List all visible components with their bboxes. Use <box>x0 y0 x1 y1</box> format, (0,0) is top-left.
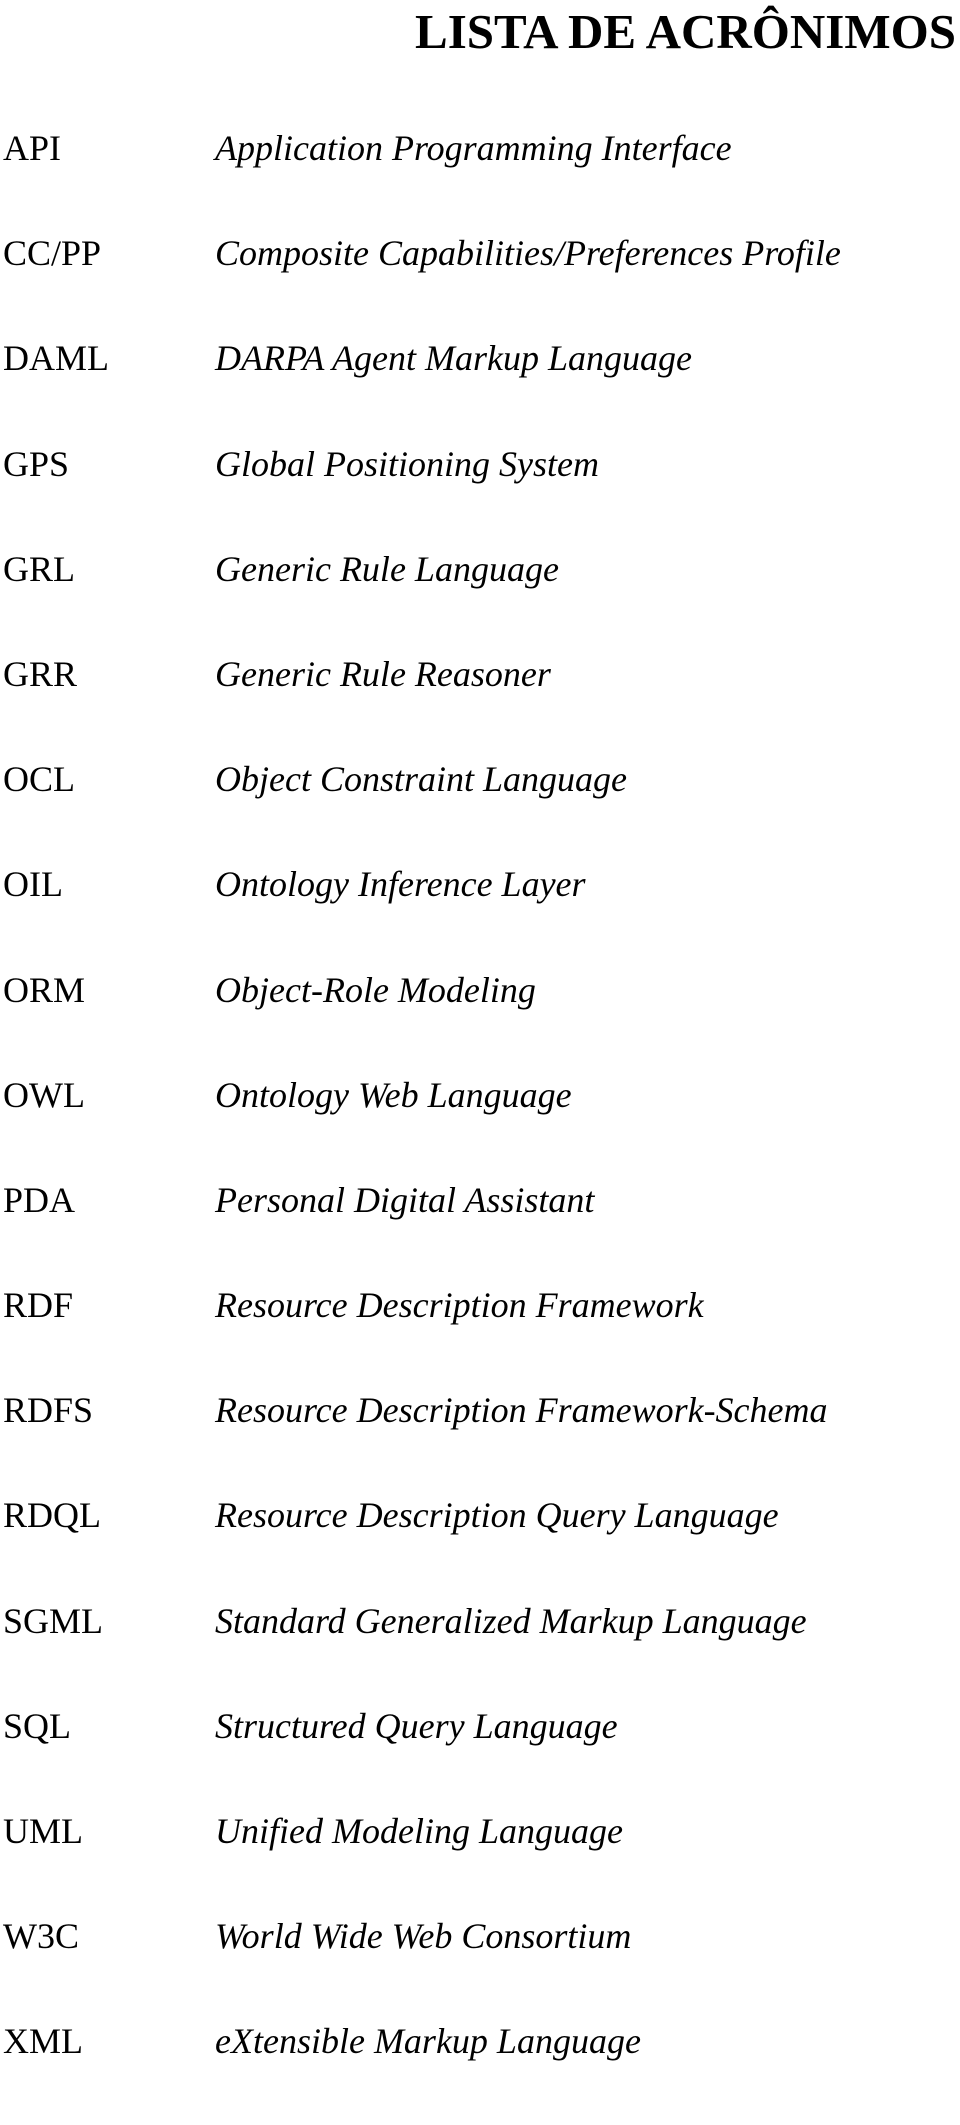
acronym-row: OCL Object Constraint Language <box>0 757 960 862</box>
acronym-row: GPS Global Positioning System <box>0 442 960 547</box>
acronym-row: W3C World Wide Web Consortium <box>0 1914 960 2019</box>
acronym-abbreviation: RDF <box>3 1285 74 1326</box>
acronym-abbreviation: GRL <box>3 548 75 589</box>
acronym-meaning: Resource Description Framework-Schema <box>215 1390 828 1431</box>
acronym-abbreviation: RDFS <box>3 1390 94 1431</box>
acronym-abbreviation: SGML <box>3 1600 104 1641</box>
acronym-abbreviation: PDA <box>3 1179 76 1220</box>
acronym-row: XML eXtensible Markup Language <box>0 2019 960 2124</box>
acronym-row: UML Unified Modeling Language <box>0 1809 960 1914</box>
acronym-row: SQL Structured Query Language <box>0 1704 960 1809</box>
acronym-abbreviation: RDQL <box>3 1495 101 1536</box>
acronym-meaning: Composite Capabilities/Preferences Profi… <box>215 233 841 274</box>
acronym-row: DAML DARPA Agent Markup Language <box>0 336 960 441</box>
acronym-abbreviation: OCL <box>3 759 75 800</box>
acronym-meaning: World Wide Web Consortium <box>215 1916 632 1957</box>
acronym-meaning: Object-Role Modeling <box>215 969 536 1010</box>
acronym-meaning: Resource Description Framework <box>215 1285 704 1326</box>
acronym-abbreviation: API <box>3 128 62 168</box>
acronym-row: GRR Generic Rule Reasoner <box>0 652 960 757</box>
acronym-row: SGML Standard Generalized Markup Language <box>0 1599 960 1704</box>
acronym-abbreviation: OWL <box>3 1074 85 1115</box>
acronym-abbreviation: CC/PP <box>3 233 102 274</box>
acronym-abbreviation: OIL <box>3 864 63 905</box>
acronym-meaning: Global Positioning System <box>215 443 599 484</box>
acronym-row: ORM Object-Role Modeling <box>0 968 960 1073</box>
acronym-meaning: eXtensible Markup Language <box>215 2021 641 2062</box>
acronym-meaning: DARPA Agent Markup Language <box>215 338 692 379</box>
acronym-row: RDFS Resource Description Framework-Schem… <box>0 1388 960 1493</box>
acronym-abbreviation: GRR <box>3 653 78 694</box>
acronym-row: CC/PP Composite Capabilities/Preferences … <box>0 231 960 336</box>
acronym-abbreviation: GPS <box>3 443 70 484</box>
acronym-meaning: Unified Modeling Language <box>215 1811 623 1851</box>
acronym-meaning: Object Constraint Language <box>215 759 627 800</box>
acronym-row: RDF Resource Description Framework <box>0 1283 960 1388</box>
acronym-abbreviation: UML <box>3 1811 83 1851</box>
acronym-abbreviation: ORM <box>3 969 86 1010</box>
acronym-row: GRL Generic Rule Language <box>0 547 960 652</box>
acronym-meaning: Ontology Inference Layer <box>215 864 586 905</box>
acronym-meaning: Application Programming Interface <box>215 128 732 168</box>
acronym-row: PDA Personal Digital Assistant <box>0 1178 960 1283</box>
acronym-abbreviation: XML <box>3 2021 83 2062</box>
acronym-meaning: Ontology Web Language <box>215 1074 572 1115</box>
acronym-meaning: Generic Rule Reasoner <box>215 653 551 694</box>
acronym-row: API Application Programming Interface <box>0 126 960 231</box>
acronym-list: API Application Programming Interface CC/P… <box>0 126 960 2125</box>
acronym-meaning: Standard Generalized Markup Language <box>215 1600 807 1641</box>
acronym-meaning: Personal Digital Assistant <box>215 1179 595 1220</box>
acronym-meaning: Generic Rule Language <box>215 548 559 589</box>
acronym-abbreviation: DAML <box>3 338 109 379</box>
acronym-abbreviation: W3C <box>3 1916 79 1957</box>
page-title: LISTA DE ACRÔNIMOS <box>415 4 956 59</box>
acronym-meaning: Structured Query Language <box>215 1705 618 1746</box>
acronym-row: OIL Ontology Inference Layer <box>0 862 960 967</box>
acronym-row: OWL Ontology Web Language <box>0 1073 960 1178</box>
acronym-abbreviation: SQL <box>3 1705 72 1746</box>
acronym-row: RDQL Resource Description Query Language <box>0 1493 960 1598</box>
acronym-meaning: Resource Description Query Language <box>215 1495 779 1536</box>
